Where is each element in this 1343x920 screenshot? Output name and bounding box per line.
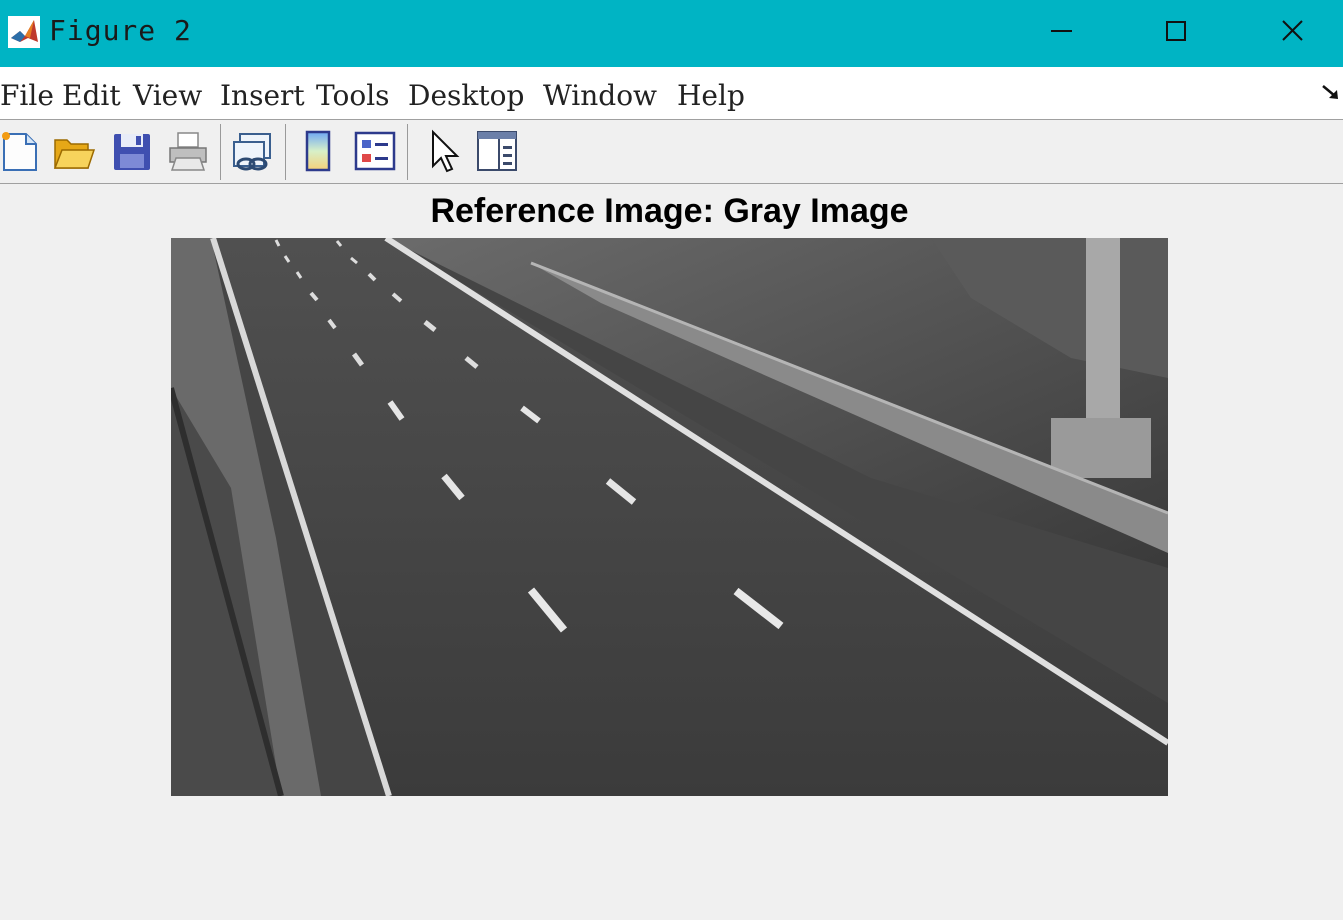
edit-plot-icon xyxy=(432,129,460,173)
property-inspector-icon xyxy=(477,131,517,171)
property-inspector-button[interactable] xyxy=(475,128,519,174)
save-icon xyxy=(114,134,150,170)
menu-bar: File Edit View Insert Tools Desktop Wind… xyxy=(0,67,1343,120)
link-plot-button[interactable] xyxy=(230,128,274,174)
grayscale-highway-image[interactable] xyxy=(171,238,1168,796)
new-figure-button[interactable] xyxy=(0,128,44,174)
open-file-button[interactable] xyxy=(52,128,96,174)
toolbar-separator xyxy=(285,124,286,180)
insert-colorbar-icon xyxy=(305,130,331,172)
menu-window[interactable]: Window xyxy=(543,79,657,112)
toolbar-separator xyxy=(407,124,408,180)
print-icon xyxy=(169,132,207,171)
window-title: Figure 2 xyxy=(49,14,192,47)
matlab-icon xyxy=(8,16,40,48)
window-titlebar[interactable]: Figure 2 xyxy=(0,0,1343,67)
print-button[interactable] xyxy=(166,128,210,174)
menu-view[interactable]: View xyxy=(133,79,202,112)
close-icon xyxy=(1282,20,1303,41)
menu-desktop[interactable]: Desktop xyxy=(408,79,524,112)
menu-tools[interactable]: Tools xyxy=(316,79,390,112)
menu-file[interactable]: File xyxy=(0,79,54,112)
insert-colorbar-button[interactable] xyxy=(297,128,341,174)
toolbar-separator xyxy=(220,124,221,180)
insert-legend-icon xyxy=(354,131,396,171)
axes-title: Reference Image: Gray Image xyxy=(430,192,909,230)
figure-toolbar xyxy=(0,120,1343,184)
menu-edit[interactable]: Edit xyxy=(62,79,121,112)
save-button[interactable] xyxy=(110,128,154,174)
edit-plot-button[interactable] xyxy=(421,128,465,174)
maximize-button[interactable] xyxy=(1119,0,1234,64)
arrow-down-right-icon[interactable] xyxy=(1320,81,1342,103)
new-figure-icon xyxy=(2,132,37,171)
minimize-button[interactable] xyxy=(1004,0,1119,64)
menu-help[interactable]: Help xyxy=(677,79,745,112)
link-plot-icon xyxy=(233,133,271,171)
close-button[interactable] xyxy=(1234,0,1343,64)
insert-legend-button[interactable] xyxy=(353,128,397,174)
menu-insert[interactable]: Insert xyxy=(220,79,305,112)
maximize-icon xyxy=(1166,21,1186,41)
open-file-icon xyxy=(53,139,96,169)
minimize-icon xyxy=(1051,30,1072,32)
